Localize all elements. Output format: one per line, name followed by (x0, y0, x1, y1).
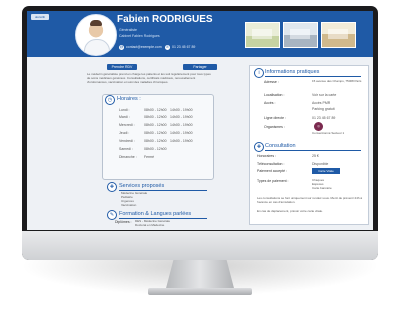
intro-text: Le médecin généraliste prend en charge l… (87, 72, 211, 84)
hours-am: Fermé (144, 155, 155, 159)
location-label: Localisation : (264, 93, 285, 97)
access-value: Accès PMR (312, 101, 331, 105)
service-item: Vaccination (121, 203, 137, 207)
organism-logo: ◎ (314, 122, 323, 131)
hours-day: Samedi : (119, 147, 133, 151)
payment-label: Paiement accepté : (257, 169, 287, 173)
monitor-screen: doctolib Fabien RODRIGUES Généraliste Ca… (27, 11, 373, 230)
cabinet-name: Cabinet Fabien Rodrigues (119, 34, 160, 38)
info-icon: i (254, 68, 264, 78)
organisms-label: Organismes : (264, 125, 285, 129)
payment-type: Carte bancaire (312, 186, 332, 190)
consultation-title: Consultation (265, 143, 296, 149)
access-label: Accès : (264, 101, 276, 105)
share-button[interactable]: Partager (183, 64, 217, 70)
practical-title: Informations pratiques (265, 69, 320, 75)
hours-day: Vendredi : (119, 139, 135, 143)
payment-types-label: Types de paiement : (257, 179, 289, 183)
doctor-specialty: Généraliste (119, 28, 137, 32)
office-photo[interactable] (245, 22, 280, 48)
site-logo[interactable]: doctolib (31, 14, 49, 20)
office-photo[interactable] (283, 22, 318, 48)
direct-line-label: Ligne directe : (264, 116, 286, 120)
hours-day: Mardi : (119, 115, 130, 119)
hours-day: Jeudi : (119, 131, 130, 135)
hours-day: Mercredi : (119, 123, 135, 127)
book-appointment-button[interactable]: Prendre RDV (107, 64, 137, 70)
hours-day: Lundi : (119, 108, 130, 112)
training-title: Formation & Langues parlées (119, 211, 192, 217)
section-divider (265, 76, 361, 77)
hours-pm: 14h00 - 19h00 (170, 123, 193, 127)
stethoscope-icon: ✚ (107, 182, 117, 192)
stethoscope-icon: ✚ (254, 142, 264, 152)
doctor-name: Fabien RODRIGUES (117, 14, 213, 25)
payment-badge: Carte Vitale (312, 168, 340, 174)
hours-am: 08h00 - 12h00 (144, 108, 167, 112)
profile-header: doctolib Fabien RODRIGUES Généraliste Ca… (27, 11, 373, 57)
hours-box (102, 94, 214, 180)
address-label: Adresse : (264, 80, 279, 84)
access-value: Parking gratuit (312, 107, 335, 111)
monitor-chin (22, 231, 378, 260)
hours-day: Dimanche : (119, 155, 137, 159)
section-divider (265, 150, 361, 151)
phone-text: 01 23 45 67 89 (172, 45, 196, 49)
hours-am: 08h00 - 12h00 (144, 115, 167, 119)
diplomas-value: Doctorat en Médecine (135, 223, 165, 227)
teleconsult-label: Téléconsultation : (257, 162, 285, 166)
organisms-value: Conventionné Secteur 1 (312, 131, 345, 135)
hours-am: 08h00 - 12h00 (144, 147, 167, 151)
services-title: Services proposés (119, 183, 165, 189)
consultation-note: Les consultations se font uniquement sur… (257, 196, 363, 204)
hours-pm: 14h00 - 19h00 (170, 139, 193, 143)
monitor-base (148, 288, 252, 295)
hours-pm: 14h00 - 19h00 (170, 108, 193, 112)
address-value: 15 avenue des Champs, 75008 Paris (312, 79, 362, 83)
consultation-note: En cas de déplacement, prévoir votre car… (257, 209, 323, 213)
hours-am: 08h00 - 12h00 (144, 139, 167, 143)
hours-am: 08h00 - 12h00 (144, 123, 167, 127)
phone-contact[interactable]: ✆ 01 23 45 67 89 (165, 44, 195, 50)
hours-pm: 14h00 - 19h00 (170, 115, 193, 119)
clock-icon: ◷ (105, 95, 115, 105)
phone-icon: ✆ (165, 44, 170, 50)
fee-value: 25 € (312, 154, 319, 158)
teleconsult-value: Disponible (312, 162, 329, 166)
location-link[interactable]: Voir sur la carte (312, 93, 336, 97)
office-photo[interactable] (321, 22, 356, 48)
direct-line-value[interactable]: 01 23 45 67 89 (312, 116, 335, 120)
email-text: contact@exemple.com (126, 45, 162, 49)
fee-label: Honoraires : (257, 154, 277, 158)
hours-am: 08h00 - 12h00 (144, 131, 167, 135)
graduation-cap-icon: ✎ (107, 210, 117, 220)
hours-pm: 14h00 - 19h00 (170, 131, 193, 135)
diplomas-label: Diplômes : (115, 220, 132, 224)
mail-icon: @ (119, 44, 124, 50)
email-contact[interactable]: @ contact@exemple.com (119, 44, 162, 50)
hours-title: Horaires : (117, 96, 141, 102)
doctor-avatar (75, 14, 117, 56)
